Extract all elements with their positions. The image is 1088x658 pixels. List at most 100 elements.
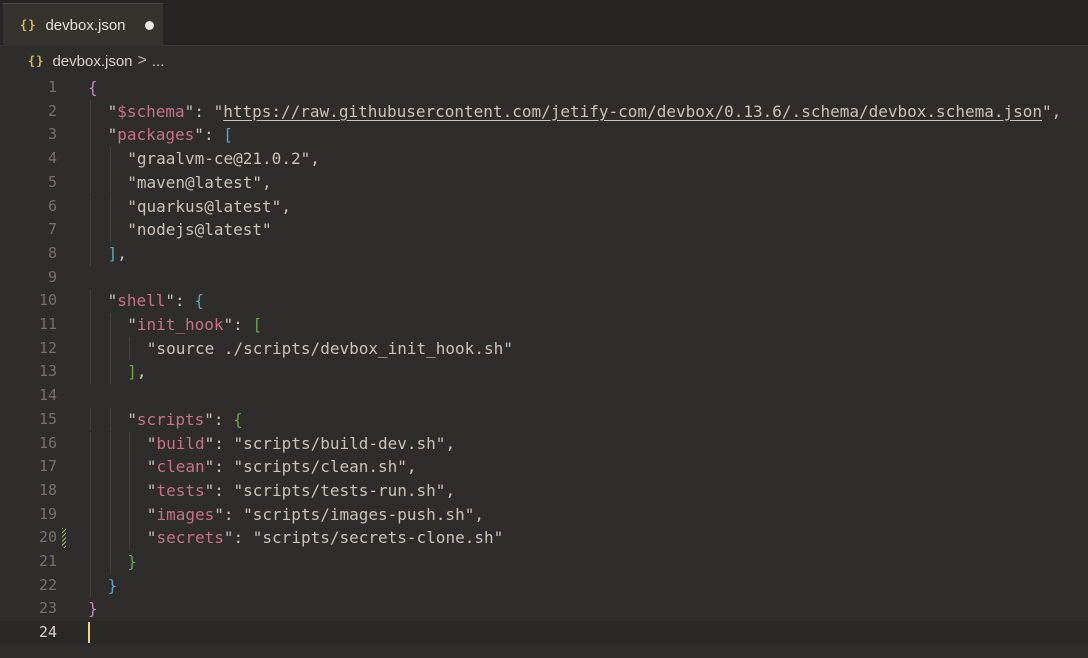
line-number: 18 (38, 480, 57, 499)
indent-guide (90, 431, 91, 456)
chevron-right-icon: > (137, 52, 147, 69)
code-line[interactable]: 20 "secrets": "scripts/secrets-clone.sh" (0, 526, 1088, 550)
code-token: images (156, 504, 215, 524)
indent-guide (90, 478, 91, 503)
unsaved-dot-icon[interactable] (145, 21, 154, 30)
line-number: 16 (38, 433, 57, 452)
code-line[interactable]: 6 "quarkus@latest", (0, 194, 1088, 219)
indent-guide (109, 502, 111, 527)
modified-line-marker[interactable] (62, 528, 66, 549)
code-token: scripts (136, 409, 205, 429)
indent-guide (90, 313, 91, 337)
code-token: tests (156, 480, 205, 500)
indent-guide (129, 502, 131, 527)
code-line[interactable]: 7 "nodejs@latest" (0, 218, 1088, 242)
code-line[interactable]: 13], (0, 360, 1088, 385)
code-line[interactable]: 8], (0, 241, 1088, 266)
code-text: { (88, 76, 98, 99)
code-token: , (1051, 101, 1062, 121)
code-line[interactable]: 22} (0, 573, 1088, 598)
code-text: "$schema": "https://raw.githubuserconten… (108, 100, 1062, 123)
indent-guide (90, 550, 91, 574)
indent-guide (90, 194, 91, 219)
code-line[interactable]: 5 "maven@latest", (0, 170, 1088, 195)
code-text: "shell": { (108, 289, 204, 312)
line-number: 24 (38, 623, 57, 642)
code-token: shell (117, 291, 166, 311)
code-line[interactable]: 16 "build": "scripts/build-dev.sh", (0, 431, 1088, 456)
code-line[interactable]: 11 "init_hook": [ (0, 313, 1088, 337)
code-token: , (310, 149, 320, 169)
code-line[interactable]: 21} (0, 550, 1088, 574)
code-token: " (214, 504, 224, 524)
code-text: "graalvm-ce@21.0.2", (127, 147, 320, 170)
code-token: " (184, 101, 195, 121)
code-token: "quarkus@latest" (127, 196, 282, 216)
code-line[interactable]: 17 "clean": "scripts/clean.sh", (0, 455, 1088, 479)
code-line[interactable]: 2 "$schema": "https://raw.githubuserconte… (0, 99, 1088, 124)
code-token: secrets (156, 528, 224, 548)
indent-guide (109, 526, 111, 550)
breadcrumb-file[interactable]: devbox.json (52, 53, 132, 70)
code-token: , (136, 362, 147, 382)
code-line[interactable]: 23} (0, 597, 1088, 620)
code-token: "source ./scripts/devbox_init_hook.sh" (146, 338, 513, 358)
code-token: { (88, 78, 98, 97)
code-token: , (281, 196, 291, 216)
code-token: " (127, 315, 137, 334)
code-line[interactable]: 19 "images": "scripts/images-push.sh", (0, 502, 1088, 527)
code-token: : (214, 433, 234, 453)
code-token: : (233, 315, 253, 334)
indent-guide (109, 407, 111, 432)
code-line[interactable]: 3 "packages": [ (0, 123, 1088, 148)
indent-guide (109, 147, 111, 171)
code-text: "clean": "scripts/clean.sh", (147, 455, 417, 478)
code-token: , (474, 504, 484, 524)
code-line[interactable]: 12 "source ./scripts/devbox_init_hook.sh" (0, 336, 1088, 361)
code-line[interactable]: 18 "tests": "scripts/tests-run.sh", (0, 478, 1088, 503)
code-line[interactable]: 9 (0, 266, 1088, 289)
indent-guide (90, 170, 91, 195)
code-token: : (213, 409, 234, 429)
code-token: , (406, 457, 417, 477)
breadcrumb-more[interactable]: ... (152, 53, 165, 70)
line-number: 5 (47, 172, 57, 191)
code-token: [ (223, 125, 233, 145)
line-number: 4 (47, 149, 57, 168)
indent-guide (109, 336, 111, 361)
indent-guide (90, 502, 91, 527)
code-line[interactable]: 14 (0, 384, 1088, 407)
code-token: https://raw.githubusercontent.com/jetify… (223, 101, 1043, 121)
code-token: " (127, 409, 137, 429)
code-token: , (445, 433, 456, 453)
code-line[interactable]: 1{ (0, 76, 1088, 99)
code-line[interactable]: 4 "graalvm-ce@21.0.2", (0, 147, 1088, 171)
line-number: 2 (47, 101, 57, 120)
indent-guide (90, 218, 91, 242)
code-line[interactable]: 24 (0, 621, 1088, 645)
code-token: clean (156, 457, 205, 477)
tab-bar: {} devbox.json (0, 0, 1088, 46)
code-token: "scripts/tests-run.sh" (233, 480, 446, 500)
indent-guide (90, 147, 91, 171)
code-line[interactable]: 10 "shell": { (0, 289, 1088, 313)
code-token: : (203, 125, 224, 145)
code-text: "build": "scripts/build-dev.sh", (147, 432, 455, 455)
line-number: 22 (38, 575, 57, 594)
line-number: 8 (47, 243, 57, 262)
code-token: { (194, 291, 204, 311)
tab-devbox-json[interactable]: {} devbox.json (3, 3, 163, 46)
code-token: " (146, 457, 157, 477)
code-token: " (213, 101, 224, 121)
code-editor[interactable]: 1{ 2 "$schema": "https://raw.githubusercon… (0, 76, 1088, 658)
indent-guide (90, 360, 91, 385)
indent-guide (109, 194, 111, 219)
code-token: , (445, 480, 456, 500)
indent-guide (90, 123, 91, 148)
code-token: " (194, 125, 204, 145)
line-number: 10 (38, 291, 57, 310)
code-token: " (1042, 101, 1052, 121)
code-token: build (156, 433, 205, 453)
code-line[interactable]: 15 "scripts": { (0, 407, 1088, 432)
code-text: "tests": "scripts/tests-run.sh", (147, 479, 455, 502)
